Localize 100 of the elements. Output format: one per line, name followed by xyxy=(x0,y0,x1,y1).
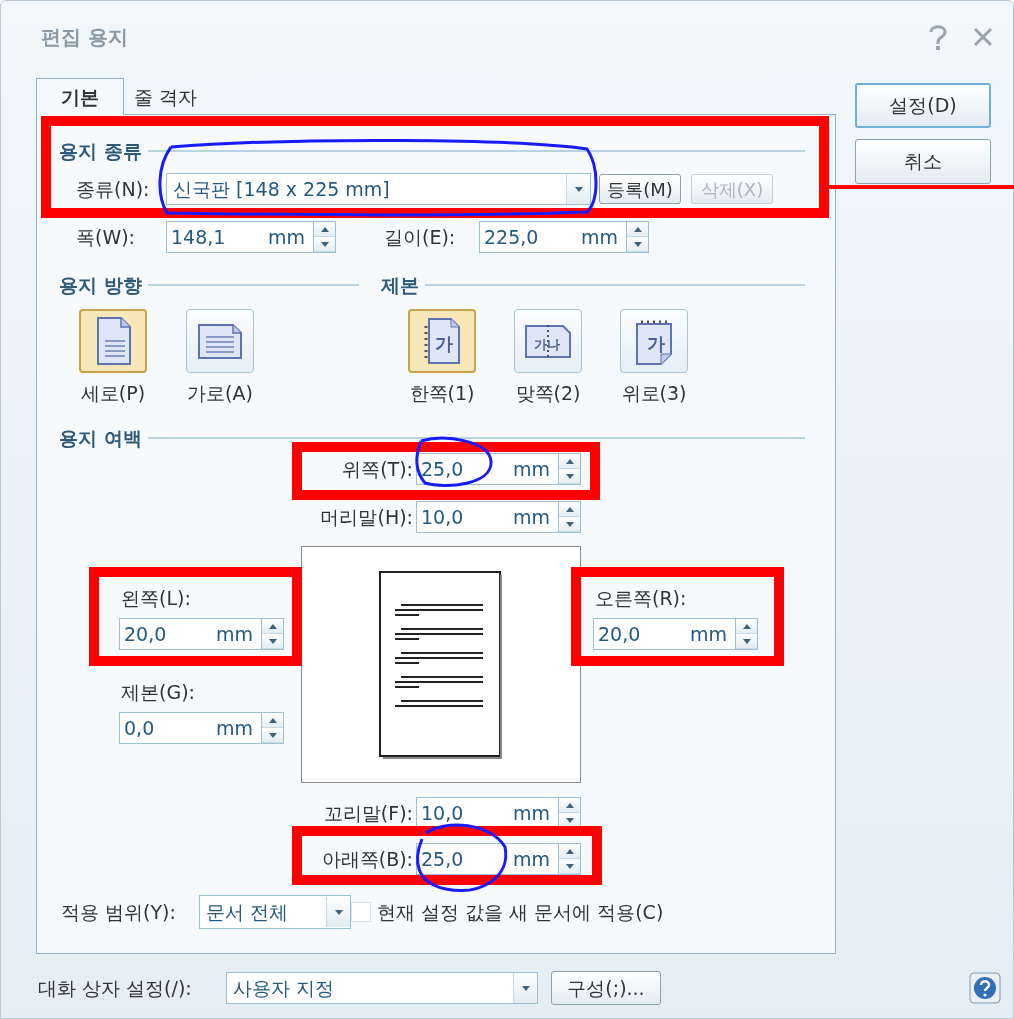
landscape-option[interactable] xyxy=(186,309,254,373)
unit-label: mm xyxy=(512,504,550,530)
number-input[interactable]: 225,0 xyxy=(480,222,581,252)
number-input[interactable]: 10,0 xyxy=(417,798,513,828)
unit-label: mm xyxy=(580,224,618,250)
paper-type-dropdown[interactable]: 신국판 [148 x 225 mm] xyxy=(166,173,591,205)
portrait-option[interactable] xyxy=(79,309,147,373)
facing-option[interactable]: 가나 xyxy=(514,309,582,373)
down-arrow-icon xyxy=(565,521,574,527)
down-arrow-icon xyxy=(320,241,329,247)
up-arrow-icon xyxy=(565,848,574,854)
settings-dropdown[interactable]: 사용자 지정 xyxy=(226,972,538,1004)
dropdown-arrow-button[interactable] xyxy=(513,973,537,1003)
page-icon xyxy=(196,321,244,361)
section-heading: 제본 xyxy=(381,275,419,295)
help-icon[interactable] xyxy=(969,972,1001,1004)
field-label: 대화 상자 설정(/): xyxy=(38,976,193,1001)
spin-box[interactable]: 10,0 mm xyxy=(416,501,581,533)
field-label: 폭(W): xyxy=(76,225,136,250)
option-label: 맞쪽(2) xyxy=(515,381,581,405)
spin-up-button[interactable] xyxy=(314,222,335,237)
unit-label: mm xyxy=(512,846,550,872)
field-label: 적용 범위(Y): xyxy=(61,900,177,925)
window-title: 편집 용지 xyxy=(41,24,129,51)
spin-up-button[interactable] xyxy=(262,619,283,634)
spin-up-button[interactable] xyxy=(736,619,757,634)
down-arrow-icon xyxy=(268,638,277,644)
number-input[interactable]: 148,1 xyxy=(167,222,268,252)
unit-label: mm xyxy=(215,621,253,647)
spin-down-button[interactable] xyxy=(262,728,283,743)
number-input[interactable]: 20,0 xyxy=(120,619,216,649)
spin-down-button[interactable] xyxy=(736,634,757,649)
down-arrow-icon xyxy=(565,473,574,479)
up-arrow-icon xyxy=(565,458,574,464)
spin-box[interactable]: 20,0 mm xyxy=(119,618,284,650)
button[interactable]: 취소 xyxy=(855,139,991,184)
tab[interactable]: 줄 격자 xyxy=(124,79,208,115)
spin-down-button[interactable] xyxy=(314,237,335,252)
spin-box[interactable]: 20,0 mm xyxy=(593,618,758,650)
spin-down-button[interactable] xyxy=(627,237,648,252)
caret-icon xyxy=(521,985,530,991)
checkbox[interactable] xyxy=(351,902,371,922)
spin-box[interactable]: 148,1 mm xyxy=(166,221,336,253)
unit-label: mm xyxy=(689,621,727,647)
number-input[interactable]: 0,0 xyxy=(120,713,216,743)
number-input[interactable]: 20,0 xyxy=(594,619,690,649)
checkbox-label: 현재 설정 값을 새 문서에 적용(C) xyxy=(377,900,664,925)
number-input[interactable]: 25,0 xyxy=(417,844,513,874)
dropdown-arrow-button[interactable] xyxy=(326,897,350,927)
unit-label: mm xyxy=(512,456,550,482)
spin-box[interactable]: 225,0 mm xyxy=(479,221,649,253)
spin-down-button[interactable] xyxy=(559,517,580,532)
option-label: 세로(P) xyxy=(80,381,146,405)
spin-up-button[interactable] xyxy=(262,713,283,728)
option-label: 한쪽(1) xyxy=(409,381,475,405)
field-label: 종류(N): xyxy=(76,177,151,202)
spin-box[interactable]: 0,0 mm xyxy=(119,712,284,744)
unit-label: mm xyxy=(215,715,253,741)
spin-down-button[interactable] xyxy=(262,634,283,649)
single-option[interactable]: 가 xyxy=(408,309,476,373)
spin-up-button[interactable] xyxy=(559,844,580,859)
option-label: 가로(A) xyxy=(187,381,253,405)
caret-icon xyxy=(574,186,583,192)
spin-up-button[interactable] xyxy=(627,222,648,237)
spin-up-button[interactable] xyxy=(559,798,580,813)
up-arrow-icon xyxy=(320,226,329,232)
field-label: 꼬리말(F): xyxy=(322,801,414,826)
field-label: 오른쪽(R): xyxy=(594,586,688,611)
unit-label: mm xyxy=(267,224,305,250)
dropdown-arrow-button[interactable] xyxy=(566,174,590,204)
up-arrow-icon xyxy=(268,717,277,723)
spin-box[interactable]: 25,0 mm xyxy=(416,453,581,485)
number-input[interactable]: 10,0 xyxy=(417,502,513,532)
spin-box[interactable]: 10,0 mm xyxy=(416,797,581,829)
unit-label: mm xyxy=(512,800,550,826)
spin-up-button[interactable] xyxy=(559,502,580,517)
field-label: 길이(E): xyxy=(384,225,457,250)
caret-icon xyxy=(334,909,343,915)
button[interactable]: 구성(;)... xyxy=(551,971,661,1005)
spin-down-button[interactable] xyxy=(559,469,580,484)
scope-dropdown[interactable]: 문서 전체 xyxy=(199,895,351,929)
down-arrow-icon xyxy=(633,241,642,247)
option-label: 위로(3) xyxy=(621,381,687,405)
button[interactable]: 등록(M) xyxy=(599,174,681,204)
top-option[interactable]: 가 xyxy=(620,309,688,373)
up-arrow-icon xyxy=(565,802,574,808)
spin-up-button[interactable] xyxy=(559,454,580,469)
up-arrow-icon xyxy=(742,623,751,629)
down-arrow-icon xyxy=(268,732,277,738)
spin-box[interactable]: 25,0 mm xyxy=(416,843,581,875)
tab[interactable]: 기본 xyxy=(36,78,124,115)
spin-down-button[interactable] xyxy=(559,859,580,874)
down-arrow-icon xyxy=(565,817,574,823)
down-arrow-icon xyxy=(565,863,574,869)
field-label: 아래쪽(B): xyxy=(320,847,414,872)
up-arrow-icon xyxy=(268,623,277,629)
number-input[interactable]: 25,0 xyxy=(417,454,513,484)
up-arrow-icon xyxy=(565,506,574,512)
button[interactable]: 설정(D) xyxy=(855,83,991,128)
field-label: 왼쪽(L): xyxy=(120,586,192,611)
